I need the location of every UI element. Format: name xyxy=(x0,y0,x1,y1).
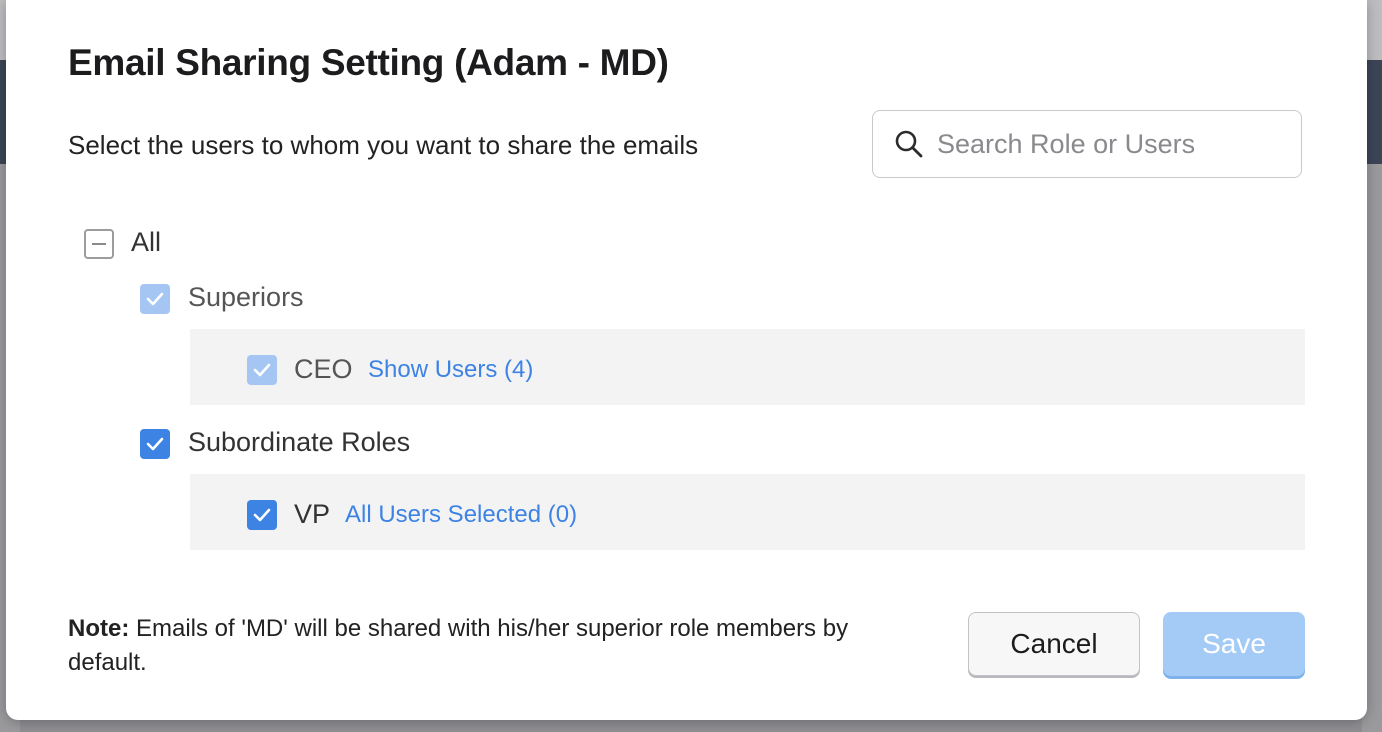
role-ceo-label: CEO xyxy=(294,354,353,384)
superiors-roles-panel xyxy=(190,329,1305,405)
superiors-label: Superiors xyxy=(188,282,304,312)
superiors-checkbox xyxy=(140,284,170,314)
note-label: Note: xyxy=(68,615,130,642)
subordinates-label: Subordinate Roles xyxy=(188,427,411,457)
modal-subtitle: Select the users to whom you want to sha… xyxy=(68,130,699,160)
check-icon xyxy=(253,363,271,377)
all-users-selected-link[interactable]: All Users Selected (0) xyxy=(345,501,577,529)
subordinates-checkbox[interactable] xyxy=(140,429,170,459)
cancel-button[interactable]: Cancel xyxy=(968,612,1140,676)
search-input[interactable] xyxy=(935,127,1289,161)
show-users-link[interactable]: Show Users (4) xyxy=(368,356,533,384)
note-text: Note: Emails of 'MD' will be shared with… xyxy=(68,612,868,680)
save-button[interactable]: Save xyxy=(1163,612,1305,676)
role-vp-label: VP xyxy=(294,499,331,529)
all-label: All xyxy=(131,227,162,257)
check-icon xyxy=(146,437,164,451)
email-sharing-modal: Email Sharing Setting (Adam - MD) Select… xyxy=(6,0,1367,720)
search-box[interactable] xyxy=(872,110,1302,178)
check-icon xyxy=(146,292,164,306)
modal-title: Email Sharing Setting (Adam - MD) xyxy=(68,42,669,83)
note-body: Emails of 'MD' will be shared with his/h… xyxy=(68,615,849,676)
role-vp-checkbox[interactable] xyxy=(247,500,277,530)
role-ceo-checkbox xyxy=(247,355,277,385)
search-icon xyxy=(893,128,925,160)
check-icon xyxy=(253,508,271,522)
all-checkbox[interactable] xyxy=(84,229,114,259)
